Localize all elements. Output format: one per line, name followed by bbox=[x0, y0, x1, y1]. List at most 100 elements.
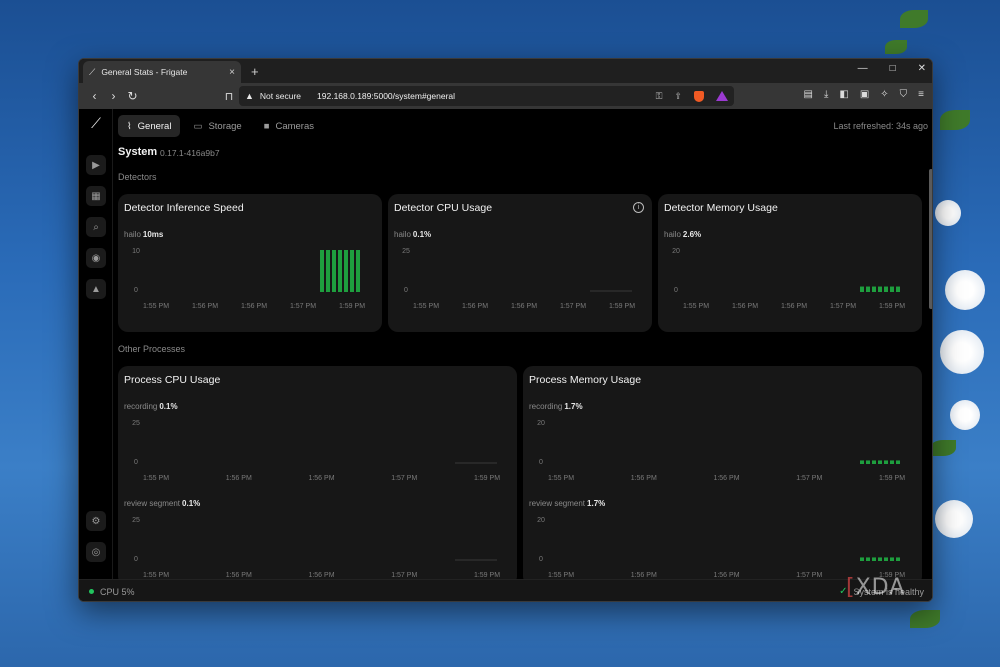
vpn-icon[interactable]: ⛉ bbox=[900, 89, 908, 100]
metric-label: hailo 2.6% bbox=[664, 230, 701, 239]
tab-cameras[interactable]: ■ Cameras bbox=[255, 115, 323, 137]
menu-icon[interactable]: ≡ bbox=[918, 89, 924, 100]
reader-mode-icon[interactable]: ▤ bbox=[803, 89, 812, 100]
metric-name: hailo bbox=[394, 230, 411, 239]
last-refreshed: Last refreshed: 34s ago bbox=[833, 121, 928, 131]
x-tick-label: 1:56 PM bbox=[462, 303, 488, 310]
brave-shields-icon[interactable] bbox=[694, 90, 704, 102]
chart-detector-cpu: 25 0 1:55 PM 1:56 PM 1:56 PM 1:57 PM 1:59 PM bbox=[402, 248, 635, 310]
x-tick-label: 1:55 PM bbox=[413, 303, 439, 310]
card-title: Process Memory Usage bbox=[529, 374, 642, 386]
system-tabs: ⌇ General ▭ Storage ■ Cameras bbox=[118, 115, 323, 137]
explore-search-icon[interactable]: ⌕ bbox=[86, 217, 106, 237]
metric-name: hailo bbox=[124, 230, 141, 239]
brave-rewards-icon[interactable] bbox=[716, 91, 728, 101]
share-icon[interactable]: ⇪ bbox=[674, 91, 682, 102]
card-process-memory: Process Memory Usage recording 1.7% 20 0 1:… bbox=[523, 366, 922, 586]
metric-value: 0.1% bbox=[182, 499, 201, 508]
back-button[interactable]: ‹ bbox=[85, 89, 104, 103]
chart-detector-inference: 10 0 1:55 PM 1:56 PM 1:56 PM 1:57 PM 1:59 PM bbox=[132, 248, 365, 310]
sidebar-toggle-icon[interactable]: ◧ bbox=[839, 89, 848, 100]
x-tick-label: 1:55 PM bbox=[143, 303, 169, 310]
section-other-processes: Other Processes bbox=[118, 344, 186, 354]
close-window-button[interactable]: ✕ bbox=[918, 63, 926, 74]
background-flowers bbox=[885, 0, 1000, 667]
security-label[interactable]: Not secure bbox=[260, 91, 301, 101]
flower-decoration bbox=[945, 270, 985, 310]
metric-value: 10ms bbox=[142, 230, 164, 239]
camera-icon: ■ bbox=[263, 120, 270, 132]
data-bar bbox=[866, 286, 870, 292]
x-tick-label: 1:55 PM bbox=[143, 572, 169, 579]
settings-gear-icon[interactable]: ⚙ bbox=[86, 511, 106, 531]
download-icon[interactable]: ⤓ bbox=[824, 89, 828, 100]
x-tick-label: 1:55 PM bbox=[548, 572, 574, 579]
metric-name: recording bbox=[124, 402, 158, 411]
live-cameras-icon[interactable]: ▶ bbox=[86, 155, 106, 175]
data-point bbox=[473, 559, 479, 561]
x-tick-label: 1:59 PM bbox=[339, 303, 365, 310]
tab-close-icon[interactable]: × bbox=[229, 67, 235, 78]
section-detectors: Detectors bbox=[118, 172, 157, 182]
y-tick-label: 20 bbox=[672, 248, 680, 255]
metric-label: hailo 0.1% bbox=[394, 230, 431, 239]
sidebar: ⟋ ▶ ▦ ⌕ ◉ ▲ ⚙ ◎ bbox=[79, 109, 113, 579]
x-tick-label: 1:56 PM bbox=[226, 475, 252, 482]
key-icon[interactable]: ⚿ bbox=[656, 91, 663, 102]
scrollbar[interactable] bbox=[929, 169, 932, 529]
data-point bbox=[461, 559, 467, 561]
x-tick-label: 1:57 PM bbox=[391, 475, 417, 482]
x-tick-label: 1:59 PM bbox=[879, 303, 905, 310]
bookmark-icon[interactable]: ⊓ bbox=[222, 90, 236, 103]
x-tick-label: 1:55 PM bbox=[548, 475, 574, 482]
data-bar bbox=[872, 557, 876, 561]
card-detector-cpu: Detector CPU Usage i hailo 0.1% 25 0 1:55 P… bbox=[388, 194, 652, 332]
leo-ai-icon[interactable]: ✧ bbox=[880, 89, 888, 100]
url-text[interactable]: 192.168.0.189:5000/system#general bbox=[317, 91, 650, 101]
review-icon[interactable]: ▦ bbox=[86, 186, 106, 206]
wallet-icon[interactable]: ▣ bbox=[860, 89, 869, 100]
scrollbar-thumb[interactable] bbox=[929, 169, 932, 309]
data-point bbox=[455, 559, 461, 561]
card-title: Detector Memory Usage bbox=[664, 202, 778, 214]
browser-tab[interactable]: ⟋ General Stats - Frigate × bbox=[83, 61, 241, 83]
info-icon[interactable]: i bbox=[633, 202, 644, 213]
activity-icon: ⌇ bbox=[127, 120, 132, 132]
data-bar bbox=[872, 286, 876, 292]
objects-icon[interactable]: ▲ bbox=[86, 279, 106, 299]
data-bar bbox=[866, 460, 870, 464]
new-tab-button[interactable]: + bbox=[251, 64, 259, 79]
chart-process-memory-recording: 20 0 1:55 PM 1:56 PM 1:56 PM 1:57 PM 1:59 PM bbox=[537, 420, 905, 482]
export-icon[interactable]: ◉ bbox=[86, 248, 106, 268]
tab-general[interactable]: ⌇ General bbox=[118, 115, 181, 137]
y-tick-label: 25 bbox=[402, 248, 410, 255]
address-bar-icons: ⚿ ⇪ bbox=[656, 90, 728, 102]
card-process-cpu: Process CPU Usage recording 0.1% 25 0 1:55 … bbox=[118, 366, 517, 586]
forward-button[interactable]: › bbox=[104, 89, 123, 103]
tab-storage[interactable]: ▭ Storage bbox=[184, 115, 250, 137]
account-icon[interactable]: ◎ bbox=[86, 542, 106, 562]
minimize-button[interactable]: — bbox=[858, 63, 868, 74]
card-title: Detector CPU Usage bbox=[394, 202, 493, 214]
x-tick-label: 1:55 PM bbox=[683, 303, 709, 310]
reload-button[interactable]: ↻ bbox=[123, 89, 142, 103]
data-point bbox=[485, 462, 491, 464]
data-bar bbox=[878, 557, 882, 561]
data-bar bbox=[860, 286, 864, 292]
y-tick-label: 0 bbox=[134, 287, 138, 294]
y-tick-label: 0 bbox=[404, 287, 408, 294]
data-bar bbox=[872, 460, 876, 464]
flower-decoration bbox=[935, 500, 973, 538]
leaf-decoration bbox=[930, 440, 956, 456]
data-bar bbox=[860, 557, 864, 561]
frigate-logo-icon[interactable]: ⟋ bbox=[87, 115, 105, 133]
window-controls: — □ ✕ bbox=[858, 63, 926, 74]
metric-name: recording bbox=[529, 402, 563, 411]
warning-icon: ▲ bbox=[245, 91, 254, 101]
address-bar[interactable]: ▲ Not secure 192.168.0.189:5000/system#g… bbox=[239, 86, 734, 106]
maximize-button[interactable]: □ bbox=[890, 63, 896, 74]
y-tick-label: 25 bbox=[132, 517, 140, 524]
toolbar-right-icons: ▤ ⤓ ◧ ▣ ✧ ⛉ ≡ bbox=[803, 89, 924, 100]
chart-process-cpu-review: 25 0 1:55 PM 1:56 PM 1:56 PM 1:57 PM 1:59 PM bbox=[132, 517, 500, 579]
frigate-favicon-icon: ⟋ bbox=[89, 66, 96, 77]
